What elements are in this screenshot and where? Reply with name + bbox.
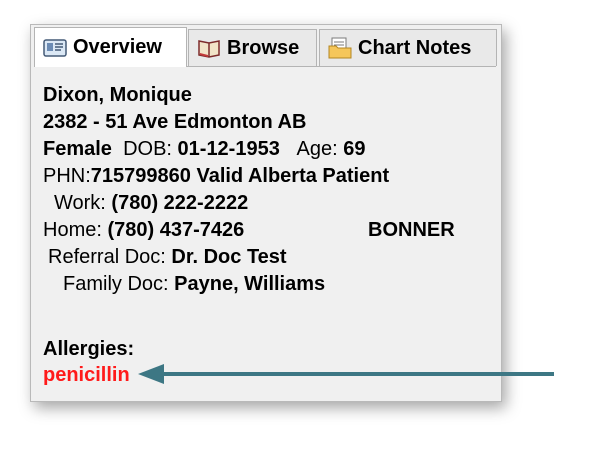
allergy-value: penicillin <box>43 364 130 386</box>
patient-sex: Female <box>43 138 112 160</box>
home-extra: BONNER <box>368 219 455 241</box>
patient-age: 69 <box>343 138 366 160</box>
referral-row: Referral Doc: Dr. Doc Test <box>48 245 287 269</box>
age-label: Age: <box>296 138 338 160</box>
home-phone-row: Home: (780) 437-7426 <box>43 218 244 242</box>
phn-value: 715799860 Valid Alberta Patient <box>90 165 390 187</box>
work-phone: (780) 222-2222 <box>111 192 249 214</box>
id-card-icon <box>43 37 67 59</box>
notes-folder-icon <box>328 37 352 59</box>
patient-overview-panel: Overview Browse Chart Notes Dixon, Moniq… <box>30 24 502 402</box>
allergies-label: Allergies: <box>43 338 135 360</box>
overview-content: Dixon, Monique 2382 - 51 Ave Edmonton AB… <box>34 66 496 398</box>
work-phone-row: Work: (780) 222-2222 <box>54 191 248 215</box>
tab-overview[interactable]: Overview <box>34 27 187 67</box>
arrow-left-icon <box>136 362 556 386</box>
book-icon <box>197 37 221 59</box>
home-phone: (780) 437-7426 <box>107 219 245 241</box>
tab-chart-notes[interactable]: Chart Notes <box>319 29 497 66</box>
tab-browse[interactable]: Browse <box>188 29 317 66</box>
work-label: Work: <box>54 192 106 214</box>
family-doc: Payne, Williams <box>174 273 326 295</box>
phn-label: PHN: <box>43 165 91 187</box>
dob-label: DOB: <box>123 138 172 160</box>
family-label: Family Doc: <box>63 273 169 295</box>
phn-row: PHN:715799860 Valid Alberta Patient <box>43 164 389 188</box>
patient-dob: 01-12-1953 <box>177 138 280 160</box>
patient-name: Dixon, Monique <box>43 84 192 106</box>
tab-browse-label: Browse <box>227 36 300 59</box>
referral-doc: Dr. Doc Test <box>171 246 287 268</box>
family-doc-row: Family Doc: Payne, Williams <box>63 272 325 296</box>
referral-label: Referral Doc: <box>48 246 166 268</box>
patient-address: 2382 - 51 Ave Edmonton AB <box>43 111 307 133</box>
home-label: Home: <box>43 219 102 241</box>
tab-chart-notes-label: Chart Notes <box>358 36 472 59</box>
tab-overview-label: Overview <box>73 36 162 58</box>
demographics-row: Female DOB: 01-12-1953 Age: 69 <box>43 137 365 161</box>
